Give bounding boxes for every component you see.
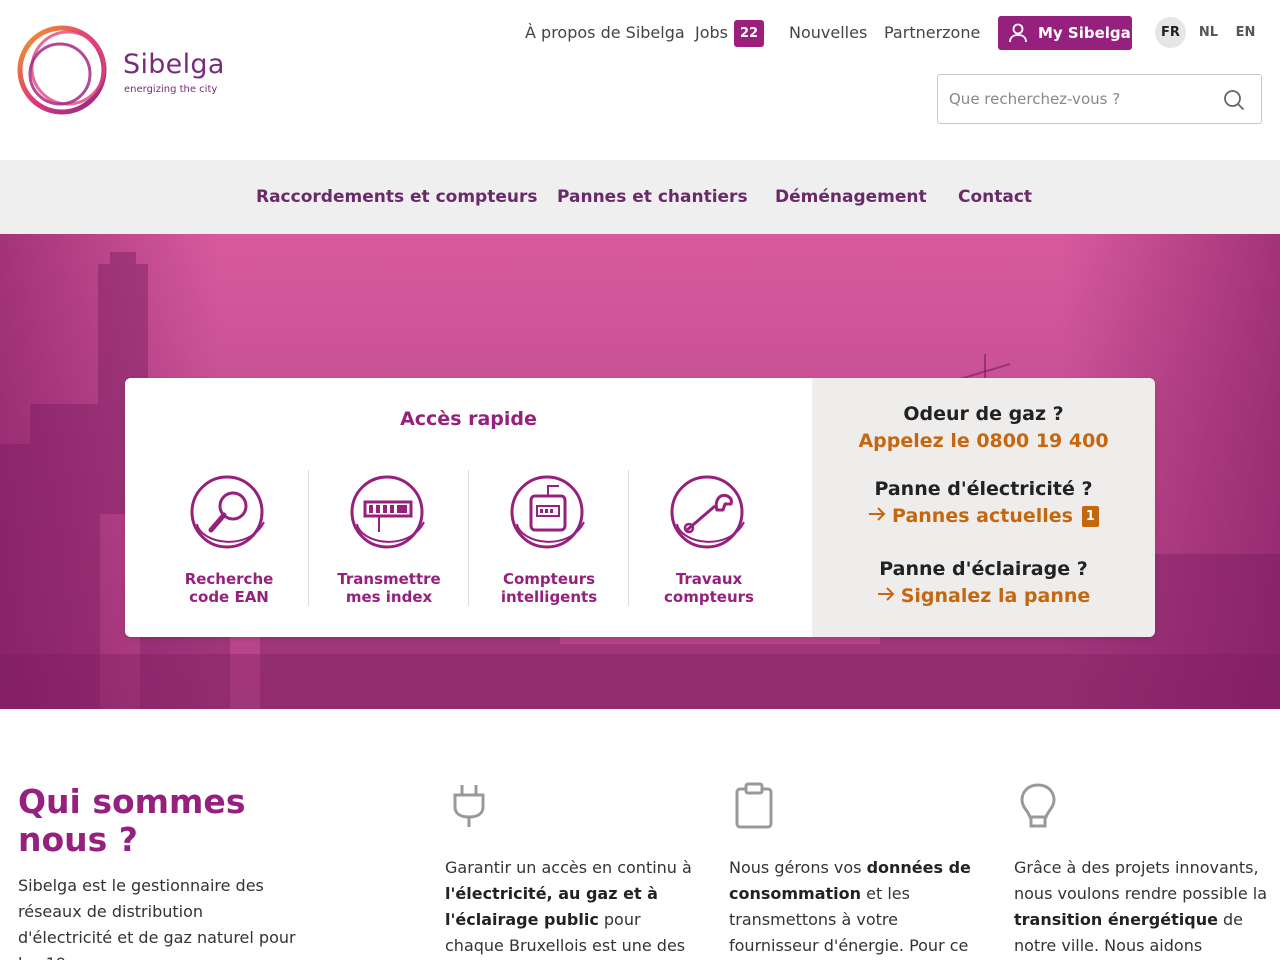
quick-access-title: Accès rapide	[400, 408, 537, 430]
qa-recherche-ean[interactable]: Recherche code EAN	[149, 470, 309, 610]
topnav-news-link[interactable]: Nouvelles	[789, 16, 867, 50]
lang-fr[interactable]: FR	[1155, 17, 1186, 48]
qa-travaux-compteurs-label: Travaux compteurs	[664, 570, 754, 606]
jobs-count-badge: 22	[734, 20, 764, 47]
nav-raccordements[interactable]: Raccordements et compteurs	[256, 160, 537, 234]
report-lighting-label: Signalez la panne	[900, 585, 1091, 607]
search-icon	[190, 475, 265, 549]
lang-nl[interactable]: NL	[1193, 17, 1224, 48]
nav-contact[interactable]: Contact	[958, 160, 1032, 234]
mission-data-text: Nous gérons vos données de consommation …	[729, 858, 971, 955]
lang-en[interactable]: EN	[1230, 17, 1261, 48]
topnav-jobs-link[interactable]: Jobs 22	[695, 16, 764, 50]
qa-compteurs-intelligents[interactable]: Compteurs intelligents	[469, 470, 629, 610]
search-box	[937, 74, 1262, 124]
arrow-right-icon	[877, 587, 895, 601]
my-sibelga-label: My Sibelga	[1038, 24, 1131, 42]
topnav-partnerzone-link[interactable]: Partnerzone	[884, 16, 980, 50]
brand-tagline: energizing the city	[124, 84, 218, 95]
qa-recherche-ean-label: Recherche code EAN	[184, 570, 274, 606]
emergency-panel: Odeur de gaz ? Appelez le 0800 19 400 Pa…	[812, 378, 1155, 637]
plug-icon	[453, 785, 485, 827]
lightbulb-icon	[1020, 783, 1056, 828]
jobs-label: Jobs	[695, 23, 728, 42]
logo-circles-icon	[17, 25, 107, 115]
site-header: Sibelga energizing the city À propos de …	[0, 0, 1280, 160]
quick-access-panel: Accès rapide Recherche code EAN Transmet…	[125, 378, 812, 637]
about-title: Qui sommes nous ?	[18, 782, 246, 859]
qa-transmettre-index-label: Transmettre mes index	[337, 570, 441, 606]
report-lighting-link[interactable]: Signalez la panne	[812, 585, 1155, 607]
search-icon[interactable]	[1223, 89, 1245, 111]
outages-count-badge: 1	[1081, 506, 1099, 527]
clipboard-icon	[735, 782, 773, 829]
topnav-about-link[interactable]: À propos de Sibelga	[525, 16, 685, 50]
current-outages-link[interactable]: Pannes actuelles 1	[812, 505, 1155, 527]
brand-name: Sibelga	[123, 49, 225, 80]
meter-index-icon	[350, 475, 425, 549]
arrow-right-icon	[869, 507, 886, 521]
main-navigation: Raccordements et compteurs Pannes et cha…	[0, 160, 1280, 234]
mission-supply-text: Garantir un accès en continu à l'électri…	[445, 858, 692, 955]
user-icon	[1009, 23, 1027, 43]
about-intro: Sibelga est le gestionnaire des réseaux …	[18, 876, 296, 960]
hero-banner: Accès rapide Recherche code EAN Transmet…	[0, 234, 1280, 709]
qa-transmettre-index[interactable]: Transmettre mes index	[309, 470, 469, 610]
qa-travaux-compteurs[interactable]: Travaux compteurs	[629, 470, 789, 610]
gas-question: Odeur de gaz ?	[903, 403, 1064, 425]
smart-meter-icon	[510, 475, 585, 549]
search-input[interactable]	[949, 87, 1219, 111]
nav-demenagement[interactable]: Déménagement	[775, 160, 927, 234]
about-section: Qui sommes nous ? Sibelga est le gestion…	[0, 709, 1280, 960]
mission-innovation-text: Grâce à des projets innovants, nous voul…	[1014, 858, 1268, 955]
electricity-question: Panne d'électricité ?	[874, 478, 1093, 500]
my-sibelga-button[interactable]: My Sibelga	[998, 16, 1132, 50]
qa-compteurs-intelligents-label: Compteurs intelligents	[500, 570, 598, 606]
gas-phone-link[interactable]: Appelez le 0800 19 400	[812, 430, 1155, 452]
quick-access-card: Accès rapide Recherche code EAN Transmet…	[125, 378, 1155, 637]
nav-pannes-chantiers[interactable]: Pannes et chantiers	[557, 160, 748, 234]
wrench-icon	[670, 475, 745, 549]
lighting-question: Panne d'éclairage ?	[879, 558, 1088, 580]
sibelga-logo[interactable]: Sibelga energizing the city	[16, 22, 226, 118]
current-outages-label: Pannes actuelles	[892, 505, 1073, 527]
